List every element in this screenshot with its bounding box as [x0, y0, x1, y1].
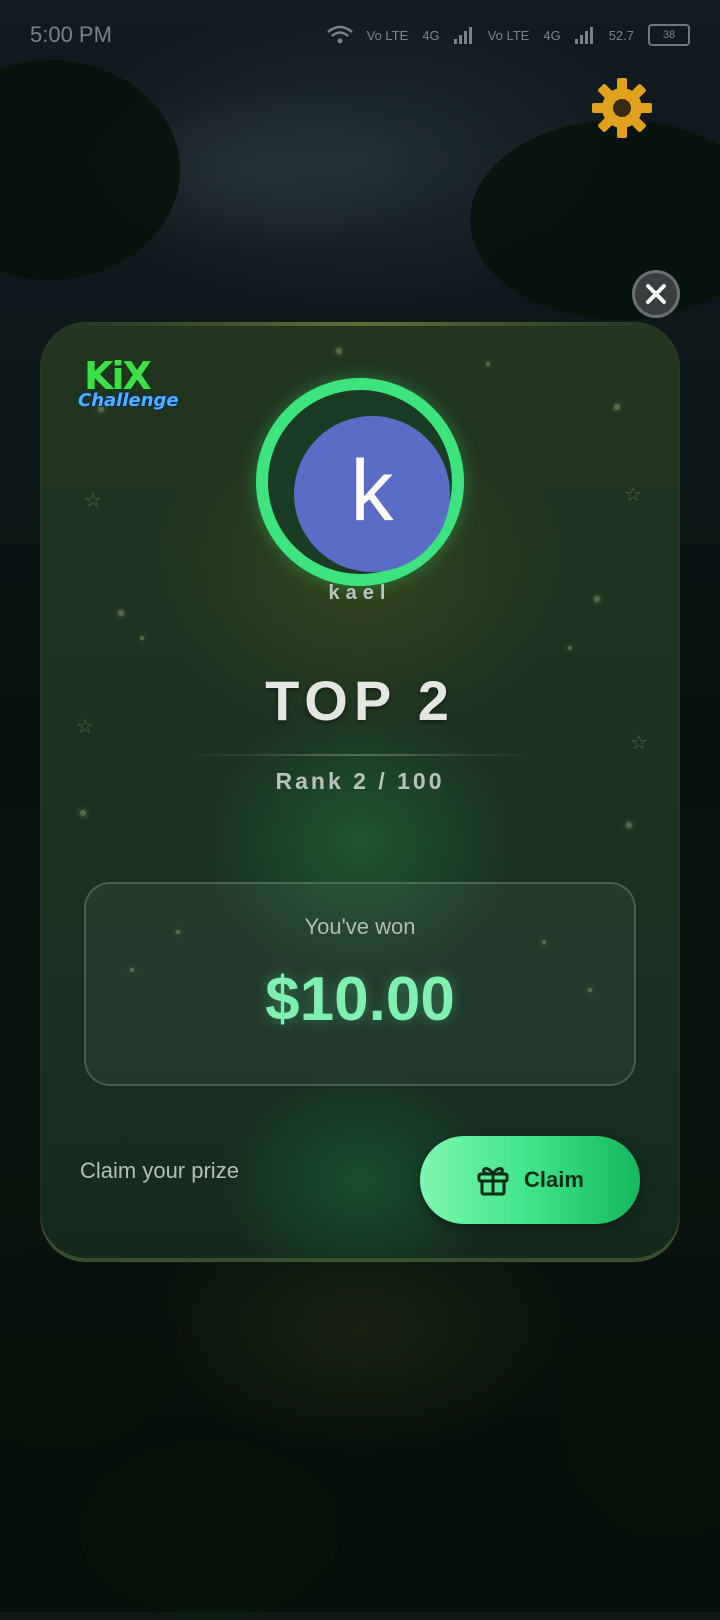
data-speed: 52.7 — [608, 27, 634, 43]
status-bar: 5:00 PM Vo LTE 4G Vo LTE 4G 52.7 38 — [0, 0, 720, 70]
signal-icon — [453, 26, 474, 44]
rank-divider — [180, 754, 540, 756]
prize-box: You've won $10.00 — [84, 882, 636, 1086]
close-button[interactable] — [632, 270, 680, 318]
gift-icon — [477, 1167, 509, 1196]
avatar-ring: k — [256, 378, 464, 586]
wifi-icon — [326, 25, 353, 44]
prize-amount: $10.00 — [265, 965, 455, 1034]
claim-prompt: Claim your prize — [80, 1158, 239, 1183]
kix-challenge-logo: KiX Challenge — [78, 354, 188, 414]
rank-title: TOP 2 — [265, 669, 455, 732]
prize-label: You've won — [304, 914, 416, 939]
claim-button[interactable]: Claim — [420, 1136, 640, 1224]
network-label-1: Vo LTE — [366, 27, 409, 43]
battery-icon: 38 — [648, 24, 690, 46]
settings-gear-icon[interactable] — [590, 76, 654, 140]
avatar: k — [294, 416, 450, 572]
lte-label-1: 4G — [422, 27, 440, 43]
close-icon — [646, 284, 666, 304]
claim-button-label: Claim — [524, 1167, 584, 1192]
network-label-2: Vo LTE — [487, 27, 530, 43]
lte-label-2: 4G — [543, 27, 561, 43]
username: kael — [328, 582, 392, 604]
prize-card: ☆ ☆ ☆ ☆ KiX Challenge k kael TOP 2 Rank … — [40, 322, 680, 1262]
signal-icon-2 — [574, 26, 595, 44]
rank-detail: Rank 2 / 100 — [275, 768, 445, 794]
status-time: 5:00 PM — [30, 22, 112, 47]
logo-challenge-text: Challenge — [78, 390, 179, 411]
